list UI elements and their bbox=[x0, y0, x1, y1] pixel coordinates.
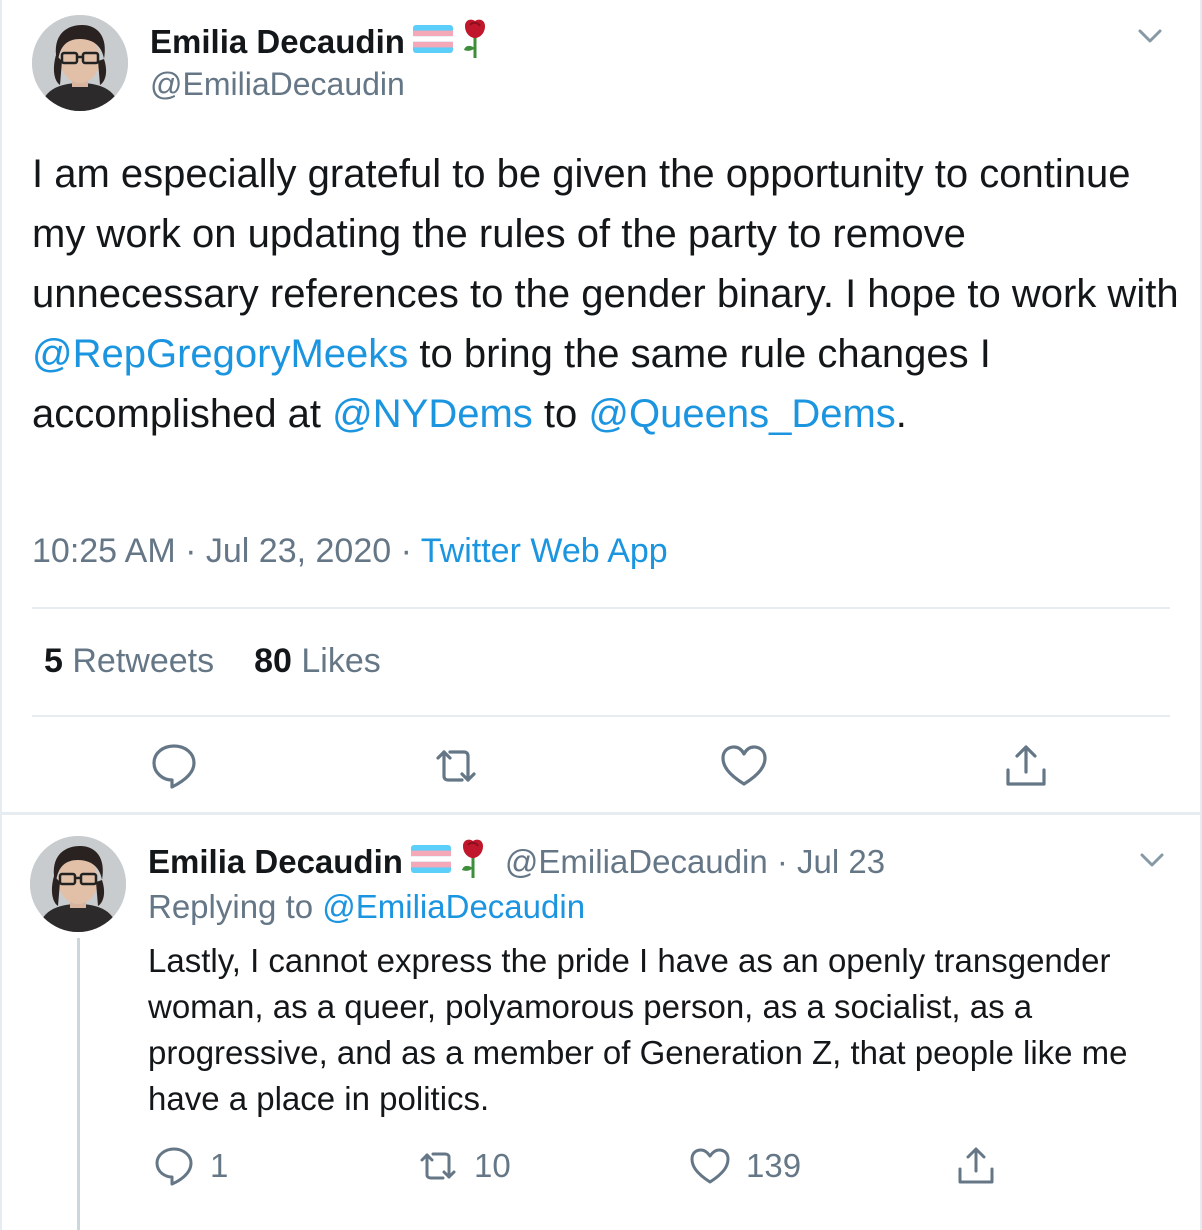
retweet-icon[interactable] bbox=[430, 740, 482, 792]
reply-tweet-text: Lastly, I cannot express the pride I hav… bbox=[148, 942, 1128, 1117]
tweet-separator bbox=[0, 812, 1202, 815]
rose-icon bbox=[459, 838, 487, 886]
rose-icon bbox=[461, 18, 489, 66]
share-icon[interactable] bbox=[954, 1144, 998, 1188]
mention-link[interactable]: @Queens_Dems bbox=[588, 392, 895, 436]
engagement-stats: 5 Retweets 80 Likes bbox=[44, 642, 381, 681]
likes-count: 80 bbox=[254, 642, 292, 680]
like-count: 139 bbox=[746, 1147, 802, 1184]
tweet-metadata: 10:25 AM · Jul 23, 2020 · Twitter Web Ap… bbox=[32, 532, 668, 571]
tweet-source-link[interactable]: Twitter Web App bbox=[421, 532, 668, 570]
share-action[interactable] bbox=[954, 1144, 998, 1188]
share-icon[interactable] bbox=[1000, 740, 1052, 792]
tweet-date[interactable]: Jul 23, 2020 bbox=[206, 532, 391, 570]
chevron-down-icon[interactable] bbox=[1132, 840, 1172, 880]
retweet-action[interactable]: 10 bbox=[416, 1144, 511, 1188]
display-name[interactable]: Emilia Decaudin @EmiliaDecaudin · Jul 23 bbox=[148, 838, 885, 886]
display-name-text[interactable]: Emilia Decaudin bbox=[150, 23, 405, 61]
profile-photo bbox=[32, 15, 128, 111]
tweet-time[interactable]: 10:25 AM bbox=[32, 532, 176, 570]
mention-link[interactable]: @NYDems bbox=[332, 392, 533, 436]
tweet-text-segment: I am especially grateful to be given the… bbox=[32, 152, 1179, 316]
display-name[interactable]: Emilia Decaudin bbox=[150, 18, 489, 66]
transgender-flag-icon bbox=[410, 843, 451, 881]
divider bbox=[32, 715, 1170, 717]
thread-line bbox=[77, 938, 80, 1230]
avatar[interactable] bbox=[32, 15, 128, 111]
retweet-count: 10 bbox=[474, 1147, 511, 1184]
like-icon[interactable] bbox=[688, 1144, 732, 1188]
meta-separator: · bbox=[185, 532, 206, 570]
user-handle[interactable]: @EmiliaDecaudin bbox=[150, 66, 405, 103]
reply-action[interactable]: 1 bbox=[152, 1144, 228, 1188]
like-icon[interactable] bbox=[718, 740, 770, 792]
reply-count: 1 bbox=[210, 1147, 229, 1184]
retweet-icon[interactable] bbox=[416, 1144, 460, 1188]
meta-separator: · bbox=[400, 532, 421, 570]
mention-link[interactable]: @RepGregoryMeeks bbox=[32, 332, 408, 376]
chevron-down-icon[interactable] bbox=[1130, 16, 1170, 56]
transgender-flag-icon bbox=[412, 23, 453, 61]
like-action[interactable]: 139 bbox=[688, 1144, 801, 1188]
retweets-label: Retweets bbox=[72, 642, 215, 680]
main-tweet: Emilia Decaudin @EmiliaDecaudin I am esp… bbox=[2, 0, 1200, 814]
replying-to-mention[interactable]: @EmiliaDecaudin bbox=[322, 888, 585, 925]
profile-photo bbox=[30, 836, 126, 932]
retweets-count: 5 bbox=[44, 642, 63, 680]
display-name-text[interactable]: Emilia Decaudin bbox=[148, 843, 403, 881]
divider bbox=[32, 607, 1170, 609]
tweet-text-segment: . bbox=[895, 392, 907, 436]
avatar[interactable] bbox=[30, 836, 126, 932]
reply-icon[interactable] bbox=[148, 740, 200, 792]
tweet-text: I am especially grateful to be given the… bbox=[32, 144, 1182, 444]
retweets-stat[interactable]: 5 Retweets bbox=[44, 642, 214, 681]
user-handle-and-date[interactable]: @EmiliaDecaudin · Jul 23 bbox=[505, 843, 885, 881]
likes-label: Likes bbox=[301, 642, 381, 680]
replying-to: Replying to @EmiliaDecaudin bbox=[148, 888, 585, 926]
tweet-text-segment: to bbox=[532, 392, 589, 436]
reply-icon[interactable] bbox=[152, 1144, 196, 1188]
replying-to-prefix: Replying to bbox=[148, 888, 323, 925]
likes-stat[interactable]: 80 Likes bbox=[254, 642, 381, 681]
